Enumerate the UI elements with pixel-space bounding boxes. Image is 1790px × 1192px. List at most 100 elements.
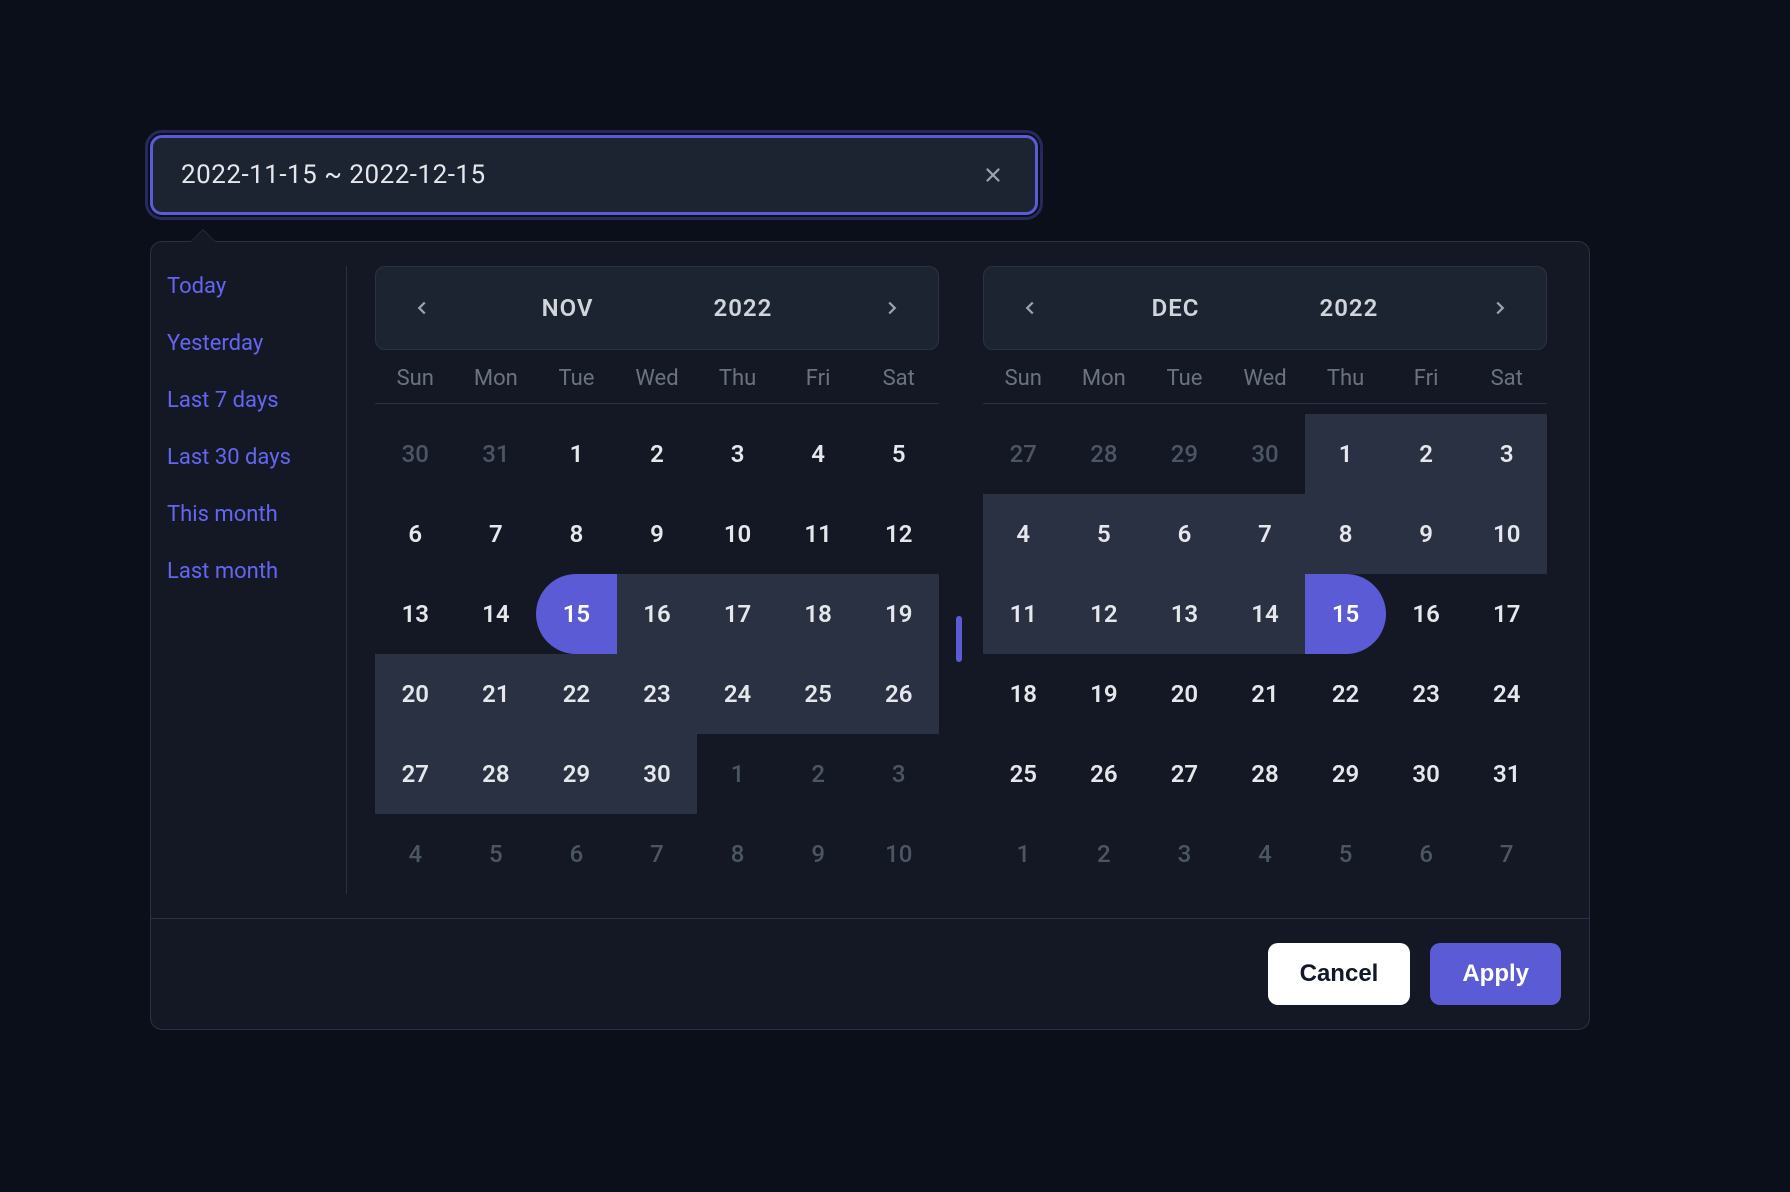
day-cell[interactable]: 6 (536, 814, 617, 894)
day-cell[interactable]: 3 (1466, 414, 1547, 494)
day-cell[interactable]: 28 (1225, 734, 1306, 814)
month-label-left[interactable]: NOV (542, 294, 594, 322)
day-cell[interactable]: 11 (778, 494, 859, 574)
day-cell[interactable]: 12 (1064, 574, 1145, 654)
next-month-button[interactable] (1482, 290, 1518, 326)
day-cell[interactable]: 19 (1064, 654, 1145, 734)
day-cell[interactable]: 14 (1225, 574, 1306, 654)
day-cell[interactable]: 2 (778, 734, 859, 814)
day-cell[interactable]: 19 (858, 574, 939, 654)
day-cell[interactable]: 21 (456, 654, 537, 734)
day-cell[interactable]: 18 (983, 654, 1064, 734)
day-cell[interactable]: 26 (1064, 734, 1145, 814)
day-cell[interactable]: 4 (778, 414, 859, 494)
cancel-button[interactable]: Cancel (1268, 943, 1411, 1005)
day-cell[interactable]: 30 (1225, 414, 1306, 494)
shortcut-this-month[interactable]: This month (167, 502, 330, 527)
day-cell[interactable]: 8 (1305, 494, 1386, 574)
day-cell[interactable]: 5 (858, 414, 939, 494)
day-cell[interactable]: 13 (375, 574, 456, 654)
day-cell[interactable]: 6 (1386, 814, 1467, 894)
day-cell[interactable]: 3 (1144, 814, 1225, 894)
day-cell[interactable]: 27 (1144, 734, 1225, 814)
day-cell[interactable]: 30 (617, 734, 698, 814)
day-cell[interactable]: 25 (983, 734, 1064, 814)
shortcut-yesterday[interactable]: Yesterday (167, 331, 330, 356)
day-cell[interactable]: 2 (1064, 814, 1145, 894)
day-cell[interactable]: 10 (697, 494, 778, 574)
day-cell[interactable]: 14 (456, 574, 537, 654)
day-cell[interactable]: 6 (375, 494, 456, 574)
day-cell[interactable]: 15 (1305, 574, 1386, 654)
day-cell[interactable]: 31 (1466, 734, 1547, 814)
day-cell[interactable]: 5 (456, 814, 537, 894)
prev-month-button-right[interactable] (1012, 290, 1048, 326)
year-label-left[interactable]: 2022 (714, 294, 773, 322)
day-cell[interactable]: 27 (983, 414, 1064, 494)
month-label-right[interactable]: DEC (1152, 294, 1200, 322)
day-cell[interactable]: 28 (456, 734, 537, 814)
day-cell[interactable]: 15 (536, 574, 617, 654)
day-cell[interactable]: 9 (1386, 494, 1467, 574)
day-cell[interactable]: 29 (1305, 734, 1386, 814)
day-cell[interactable]: 3 (697, 414, 778, 494)
day-cell[interactable]: 30 (375, 414, 456, 494)
day-cell[interactable]: 5 (1064, 494, 1145, 574)
day-cell[interactable]: 22 (536, 654, 617, 734)
day-cell[interactable]: 17 (1466, 574, 1547, 654)
apply-button[interactable]: Apply (1430, 943, 1561, 1005)
day-cell[interactable]: 22 (1305, 654, 1386, 734)
day-cell[interactable]: 2 (1386, 414, 1467, 494)
prev-month-button[interactable] (404, 290, 440, 326)
day-cell[interactable]: 7 (1466, 814, 1547, 894)
day-cell[interactable]: 10 (1466, 494, 1547, 574)
day-cell[interactable]: 7 (1225, 494, 1306, 574)
day-cell[interactable]: 26 (858, 654, 939, 734)
day-cell[interactable]: 24 (1466, 654, 1547, 734)
shortcut-last-month[interactable]: Last month (167, 559, 330, 584)
next-month-button-left[interactable] (874, 290, 910, 326)
day-cell[interactable]: 12 (858, 494, 939, 574)
day-cell[interactable]: 1 (1305, 414, 1386, 494)
day-cell[interactable]: 16 (1386, 574, 1467, 654)
day-cell[interactable]: 5 (1305, 814, 1386, 894)
day-cell[interactable]: 17 (697, 574, 778, 654)
day-cell[interactable]: 21 (1225, 654, 1306, 734)
shortcut-today[interactable]: Today (167, 274, 330, 299)
day-cell[interactable]: 8 (697, 814, 778, 894)
day-cell[interactable]: 28 (1064, 414, 1145, 494)
day-cell[interactable]: 25 (778, 654, 859, 734)
day-cell[interactable]: 1 (536, 414, 617, 494)
day-cell[interactable]: 4 (375, 814, 456, 894)
day-cell[interactable]: 3 (858, 734, 939, 814)
day-cell[interactable]: 2 (617, 414, 698, 494)
day-cell[interactable]: 30 (1386, 734, 1467, 814)
day-cell[interactable]: 13 (1144, 574, 1225, 654)
day-cell[interactable]: 24 (697, 654, 778, 734)
shortcut-last-7-days[interactable]: Last 7 days (167, 388, 330, 413)
day-cell[interactable]: 1 (697, 734, 778, 814)
day-cell[interactable]: 23 (1386, 654, 1467, 734)
day-cell[interactable]: 20 (1144, 654, 1225, 734)
date-range-input[interactable]: 2022-11-15 ~ 2022-12-15 (150, 135, 1038, 215)
day-cell[interactable]: 8 (536, 494, 617, 574)
day-cell[interactable]: 11 (983, 574, 1064, 654)
day-cell[interactable]: 7 (617, 814, 698, 894)
day-cell[interactable]: 20 (375, 654, 456, 734)
day-cell[interactable]: 29 (536, 734, 617, 814)
day-cell[interactable]: 6 (1144, 494, 1225, 574)
day-cell[interactable]: 27 (375, 734, 456, 814)
day-cell[interactable]: 4 (983, 494, 1064, 574)
day-cell[interactable]: 7 (456, 494, 537, 574)
year-label-right[interactable]: 2022 (1320, 294, 1379, 322)
day-cell[interactable]: 18 (778, 574, 859, 654)
day-cell[interactable]: 4 (1225, 814, 1306, 894)
clear-button[interactable] (979, 161, 1007, 189)
day-cell[interactable]: 23 (617, 654, 698, 734)
day-cell[interactable]: 29 (1144, 414, 1225, 494)
day-cell[interactable]: 1 (983, 814, 1064, 894)
day-cell[interactable]: 9 (617, 494, 698, 574)
day-cell[interactable]: 16 (617, 574, 698, 654)
day-cell[interactable]: 31 (456, 414, 537, 494)
shortcut-last-30-days[interactable]: Last 30 days (167, 445, 330, 470)
